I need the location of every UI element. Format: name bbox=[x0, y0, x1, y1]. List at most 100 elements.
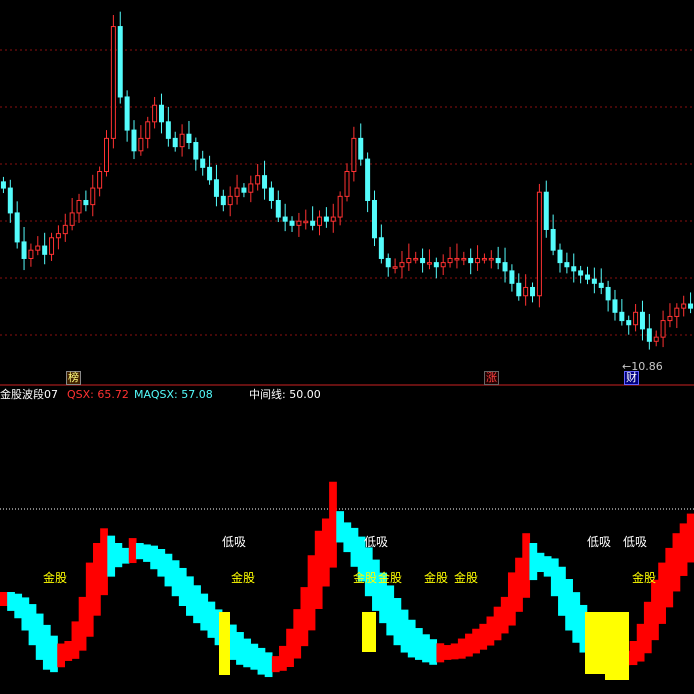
candle-body bbox=[378, 237, 384, 259]
candle-body bbox=[152, 104, 158, 123]
candle-body bbox=[454, 257, 460, 261]
wave-column bbox=[114, 543, 123, 568]
candle-body bbox=[289, 220, 295, 226]
candle-body bbox=[385, 257, 391, 268]
wave-column bbox=[479, 623, 488, 650]
wave-column bbox=[443, 645, 452, 660]
tag-bang: 榜 bbox=[66, 371, 81, 385]
candle-body bbox=[495, 257, 501, 264]
wave-column bbox=[42, 624, 51, 670]
wave-column bbox=[500, 596, 509, 634]
wave-column bbox=[465, 633, 473, 657]
wave-column bbox=[0, 592, 8, 606]
signal-jingu-6: 金股 bbox=[454, 571, 479, 585]
candle-body bbox=[186, 133, 192, 144]
wave-column bbox=[407, 619, 416, 658]
signal-dixi-1: 低吸 bbox=[222, 535, 247, 549]
wave-column bbox=[643, 601, 652, 654]
wave-column bbox=[121, 547, 130, 564]
wave-column bbox=[107, 535, 116, 577]
candle-body bbox=[234, 187, 240, 197]
candle-body bbox=[502, 262, 508, 272]
wave-column bbox=[150, 545, 159, 570]
midline-value: 中间线: 50.00 bbox=[249, 388, 321, 401]
wave-column bbox=[279, 645, 287, 671]
wave-column bbox=[257, 647, 266, 675]
candle-body bbox=[97, 171, 103, 189]
candle-body bbox=[42, 245, 48, 255]
candle-body bbox=[220, 195, 226, 206]
candle-body bbox=[117, 26, 123, 98]
wave-column bbox=[658, 562, 666, 624]
wave-column bbox=[393, 598, 402, 646]
wave-column bbox=[243, 638, 252, 668]
yellow-signal-bar bbox=[219, 612, 230, 675]
wave-column bbox=[164, 553, 173, 587]
yellow-signal-bar bbox=[605, 612, 629, 680]
candle-body bbox=[207, 166, 213, 181]
candle-body bbox=[509, 270, 515, 284]
wave-column bbox=[350, 527, 359, 567]
candle-body bbox=[543, 191, 549, 230]
wave-column bbox=[515, 557, 523, 612]
candle-body bbox=[172, 137, 178, 148]
candle-body bbox=[145, 121, 151, 139]
wave-column bbox=[171, 560, 180, 597]
signal-dixi-2: 低吸 bbox=[364, 535, 389, 549]
candle-body bbox=[76, 199, 82, 214]
wave-column bbox=[300, 587, 309, 647]
candle-body bbox=[138, 137, 144, 152]
candle-body bbox=[213, 179, 219, 197]
candle-body bbox=[358, 137, 364, 160]
candle-body bbox=[433, 262, 439, 268]
wave-column bbox=[57, 643, 65, 668]
wave-column bbox=[565, 579, 573, 631]
candle-body bbox=[110, 26, 116, 139]
wave-column bbox=[14, 593, 23, 619]
maqsx-value: MAQSX: 57.08 bbox=[134, 388, 213, 401]
candle-body bbox=[255, 175, 261, 185]
signal-jingu-7: 金股 bbox=[632, 571, 657, 585]
candle-body bbox=[165, 121, 171, 139]
candle-body bbox=[578, 270, 584, 276]
candle-body bbox=[674, 307, 680, 317]
candle-body bbox=[124, 96, 130, 131]
wave-column bbox=[100, 528, 108, 596]
wave-column bbox=[472, 628, 480, 654]
wave-column bbox=[321, 518, 330, 587]
candle-body bbox=[564, 262, 570, 268]
signal-dixi-4: 低吸 bbox=[623, 535, 648, 549]
candle-body bbox=[646, 328, 652, 342]
candle-body bbox=[447, 257, 453, 264]
candle-body bbox=[317, 216, 323, 226]
candle-body bbox=[131, 129, 137, 152]
wave-column bbox=[543, 556, 552, 577]
candle-body bbox=[619, 311, 625, 322]
candle-body bbox=[14, 212, 20, 243]
candle-body bbox=[323, 216, 329, 222]
wave-column bbox=[686, 513, 694, 563]
candle-body bbox=[536, 191, 542, 297]
wave-column bbox=[493, 606, 502, 641]
candle-body bbox=[262, 175, 268, 189]
candle-body bbox=[303, 220, 309, 224]
candlestick-series bbox=[0, 11, 694, 350]
signal-jingu-2: 金股 bbox=[231, 571, 256, 585]
wave-column bbox=[550, 558, 559, 597]
wave-column bbox=[486, 616, 495, 646]
wave-column bbox=[236, 632, 244, 665]
candle-body bbox=[667, 315, 673, 322]
candle-body bbox=[420, 257, 426, 264]
tag-zhang: 涨 bbox=[484, 371, 499, 385]
wave-column bbox=[186, 576, 194, 616]
candle-body bbox=[612, 299, 618, 313]
wave-column bbox=[64, 641, 73, 661]
wave-column bbox=[429, 639, 438, 665]
candle-body bbox=[69, 212, 75, 226]
signal-jingu-5: 金股 bbox=[424, 571, 449, 585]
wave-column bbox=[193, 585, 201, 624]
yellow-signal-bar bbox=[585, 612, 605, 674]
wave-column bbox=[7, 592, 15, 611]
wave-column bbox=[143, 544, 151, 562]
wave-column bbox=[436, 643, 445, 663]
